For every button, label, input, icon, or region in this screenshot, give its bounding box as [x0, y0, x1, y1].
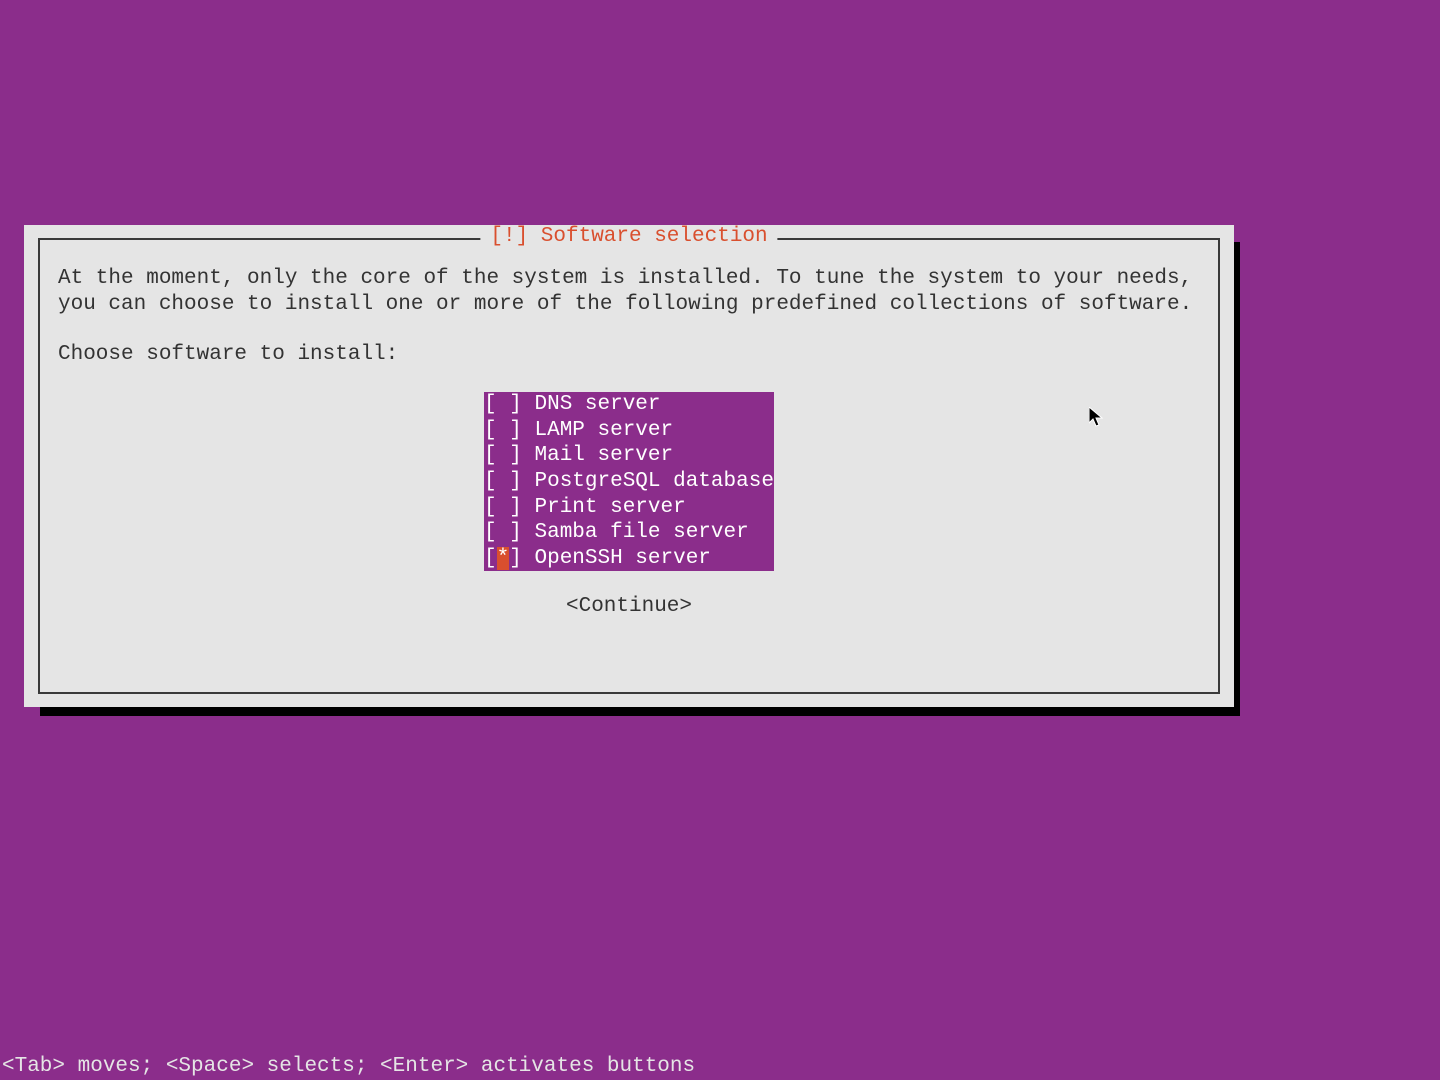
software-option[interactable]: [*] OpenSSH server [484, 546, 774, 572]
dialog-border: [!] Software selection At the moment, on… [38, 238, 1220, 694]
software-option[interactable]: [ ] DNS server [484, 392, 774, 418]
checkbox-mark[interactable]: * [497, 547, 510, 570]
software-option[interactable]: [ ] PostgreSQL database [484, 469, 774, 495]
dialog-title: [!] Software selection [480, 225, 777, 248]
software-option-label: PostgreSQL database [534, 470, 773, 493]
options-container: [ ] DNS server [ ] LAMP server [ ] Mail … [58, 392, 1200, 571]
software-options-list[interactable]: [ ] DNS server [ ] LAMP server [ ] Mail … [484, 392, 774, 571]
checkbox-bracket-left: [ [484, 470, 497, 493]
checkbox-bracket-right: ] [509, 496, 534, 519]
checkbox-bracket-left: [ [484, 496, 497, 519]
software-option-label: LAMP server [534, 419, 773, 442]
software-option-label: Samba file server [534, 521, 773, 544]
continue-container: <Continue> [58, 595, 1200, 618]
checkbox-bracket-right: ] [509, 393, 534, 416]
continue-button[interactable]: <Continue> [566, 595, 692, 618]
software-option-label: Mail server [534, 444, 773, 467]
checkbox-mark[interactable] [497, 496, 510, 519]
checkbox-bracket-left: [ [484, 393, 497, 416]
checkbox-mark[interactable] [497, 470, 510, 493]
checkbox-bracket-left: [ [484, 444, 497, 467]
checkbox-mark[interactable] [497, 444, 510, 467]
software-selection-dialog: [!] Software selection At the moment, on… [24, 225, 1234, 707]
software-option-label: DNS server [534, 393, 773, 416]
software-option[interactable]: [ ] Print server [484, 495, 774, 521]
checkbox-bracket-left: [ [484, 521, 497, 544]
software-option[interactable]: [ ] Mail server [484, 443, 774, 469]
checkbox-bracket-right: ] [509, 444, 534, 467]
dialog-description: At the moment, only the core of the syst… [58, 266, 1200, 317]
software-option-label: OpenSSH server [534, 547, 773, 570]
software-option[interactable]: [ ] LAMP server [484, 418, 774, 444]
checkbox-bracket-left: [ [484, 419, 497, 442]
checkbox-bracket-right: ] [509, 547, 534, 570]
checkbox-bracket-right: ] [509, 521, 534, 544]
dialog-prompt: Choose software to install: [58, 343, 1200, 366]
checkbox-bracket-left: [ [484, 547, 497, 570]
checkbox-bracket-right: ] [509, 470, 534, 493]
footer-help-text: <Tab> moves; <Space> selects; <Enter> ac… [2, 1055, 695, 1078]
checkbox-bracket-right: ] [509, 419, 534, 442]
checkbox-mark[interactable] [497, 521, 510, 544]
software-option-label: Print server [534, 496, 773, 519]
checkbox-mark[interactable] [497, 419, 510, 442]
software-option[interactable]: [ ] Samba file server [484, 520, 774, 546]
checkbox-mark[interactable] [497, 393, 510, 416]
